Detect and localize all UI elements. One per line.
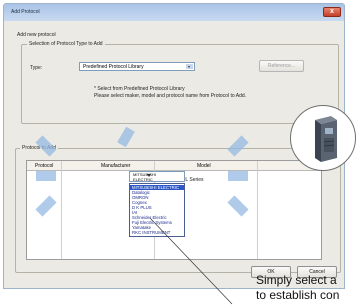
annotation-line2: to establish con	[256, 288, 340, 302]
pointer-line	[149, 217, 233, 305]
annotation-line1: Simply select a	[256, 273, 337, 287]
